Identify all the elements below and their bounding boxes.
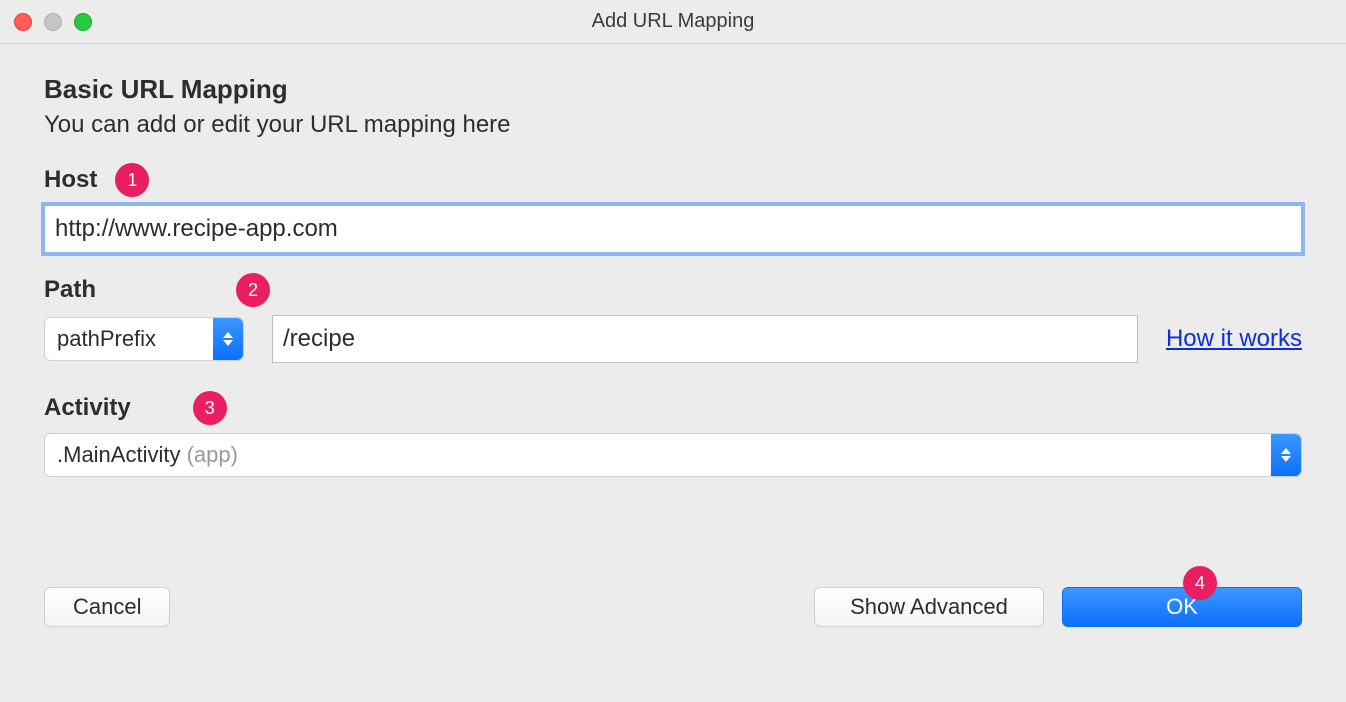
activity-select[interactable]: .MainActivity (app): [44, 433, 1302, 477]
path-type-select[interactable]: pathPrefix: [44, 317, 244, 361]
path-input[interactable]: [272, 315, 1138, 363]
how-it-works-link[interactable]: How it works: [1166, 325, 1302, 353]
activity-label: Activity: [44, 394, 131, 422]
path-label-row: Path 2: [44, 273, 1302, 307]
cancel-button[interactable]: Cancel: [44, 587, 170, 627]
show-advanced-button[interactable]: Show Advanced: [814, 587, 1044, 627]
path-row: pathPrefix How it works: [44, 315, 1302, 363]
section-subtitle: You can add or edit your URL mapping her…: [44, 111, 1302, 139]
callout-badge-3: 3: [193, 391, 227, 425]
ok-button[interactable]: 4 OK: [1062, 587, 1302, 627]
button-row: Cancel Show Advanced 4 OK: [44, 587, 1302, 647]
titlebar: Add URL Mapping: [0, 0, 1346, 44]
host-label-row: Host 1: [44, 163, 1302, 197]
path-type-value: pathPrefix: [57, 326, 213, 352]
host-input[interactable]: [44, 205, 1302, 253]
window-title: Add URL Mapping: [0, 10, 1346, 33]
callout-badge-1: 1: [115, 163, 149, 197]
activity-value-muted: (app): [180, 442, 237, 467]
callout-badge-2: 2: [236, 273, 270, 307]
callout-badge-4: 4: [1183, 566, 1217, 600]
activity-label-row: Activity 3: [44, 391, 1302, 425]
section-heading: Basic URL Mapping: [44, 74, 1302, 105]
activity-value: .MainActivity (app): [57, 442, 1271, 468]
dialog-content: Basic URL Mapping You can add or edit yo…: [0, 44, 1346, 667]
chevron-up-down-icon: [213, 318, 243, 360]
host-label: Host: [44, 166, 97, 194]
activity-value-main: .MainActivity: [57, 442, 180, 467]
path-label: Path: [44, 276, 96, 304]
chevron-up-down-icon: [1271, 434, 1301, 476]
